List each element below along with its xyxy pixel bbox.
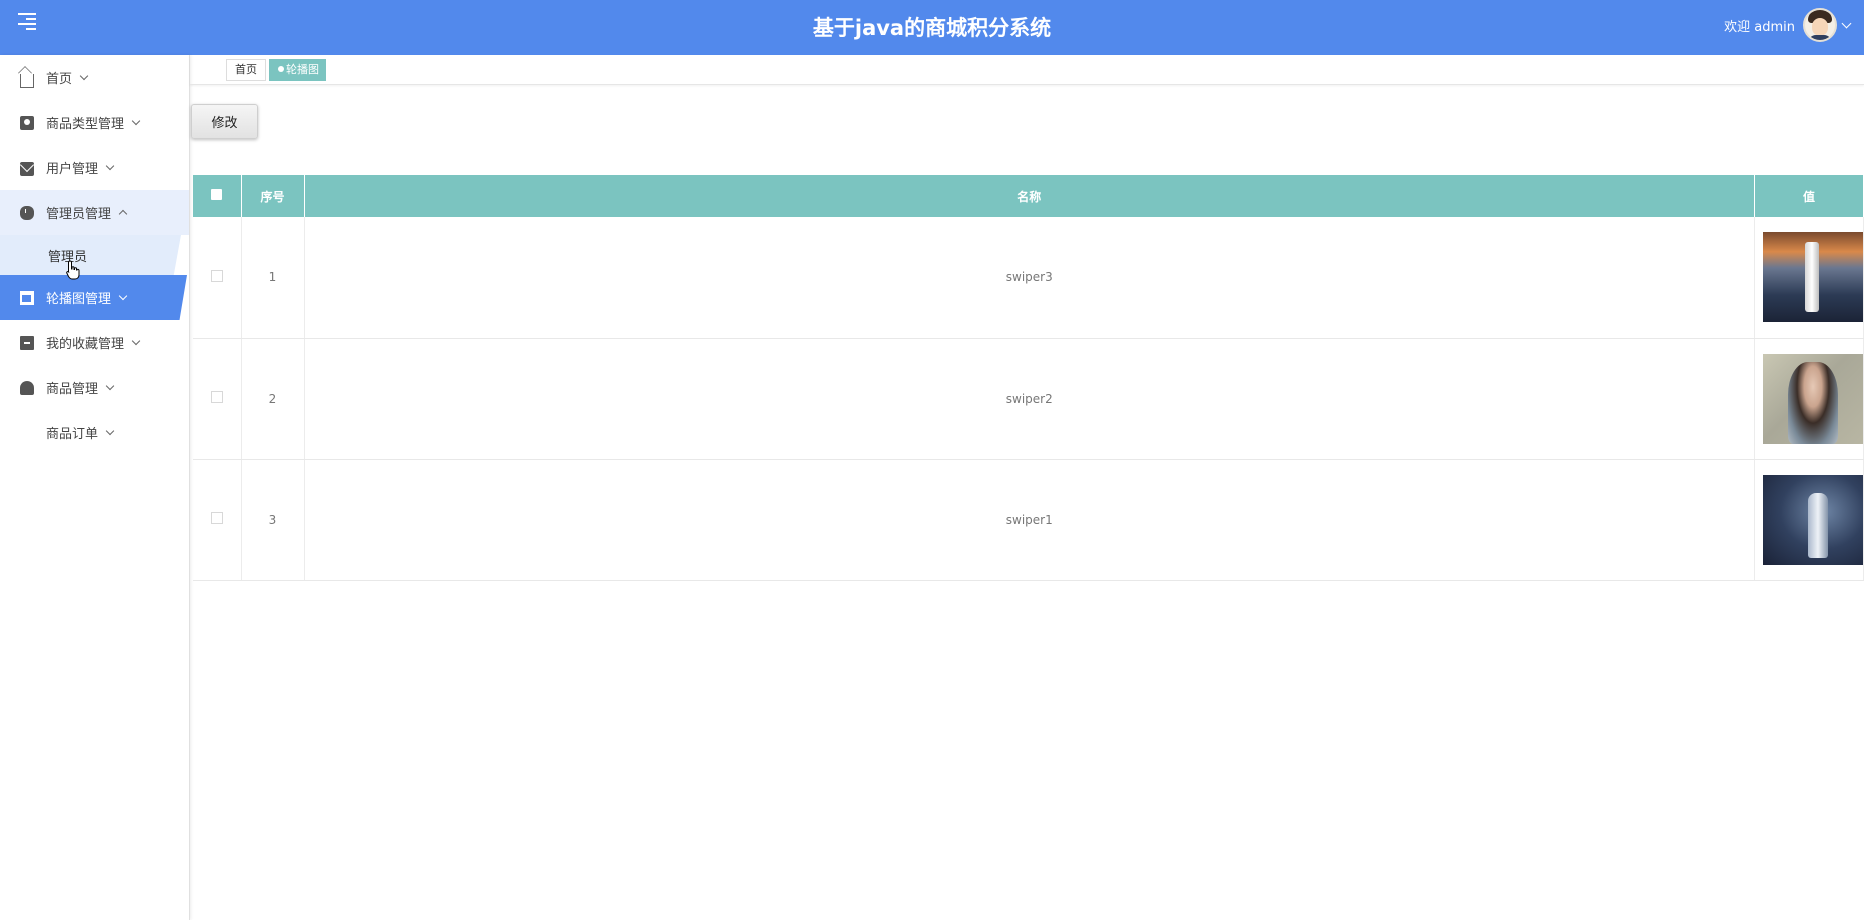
row-index: 3	[241, 459, 305, 581]
chevron-up-icon	[118, 209, 128, 219]
select-all-checkbox[interactable]	[211, 189, 223, 200]
edit-button[interactable]: 修改	[191, 104, 258, 139]
column-header-value: 值	[1754, 175, 1864, 217]
sidebar-item-label: 轮播图管理	[46, 292, 112, 307]
row-name: swiper1	[304, 459, 1755, 581]
hand-cursor-icon	[66, 260, 80, 280]
tab-carousel[interactable]: 轮播图 ×	[269, 59, 337, 81]
sidebar-item-carousel[interactable]: 轮播图管理	[0, 275, 187, 320]
mail-icon	[20, 161, 34, 176]
table-row[interactable]: 2 swiper2	[193, 338, 1864, 460]
row-checkbox[interactable]	[210, 269, 223, 282]
user-menu[interactable]: 欢迎 admin	[1724, 5, 1852, 45]
tab-label: 首页	[235, 63, 257, 76]
swiper2-image	[1763, 353, 1863, 444]
tab-home[interactable]: 首页	[226, 59, 266, 81]
archive-icon	[20, 335, 34, 350]
sidebar-item-label: 商品类型管理	[46, 117, 125, 132]
sidebar-item-product-types[interactable]: 商品类型管理	[0, 100, 189, 145]
chevron-down-icon[interactable]	[1841, 18, 1852, 28]
select-all-header	[193, 175, 242, 217]
chevron-down-icon	[105, 161, 115, 170]
spy-icon	[20, 380, 34, 395]
row-index: 2	[241, 338, 305, 460]
close-icon[interactable]: ×	[327, 60, 341, 74]
home-icon	[20, 73, 34, 88]
chevron-down-icon	[131, 336, 141, 345]
tab-label: 轮播图	[286, 63, 319, 76]
sidebar-item-products[interactable]: 商品管理	[0, 365, 189, 410]
row-checkbox[interactable]	[210, 512, 223, 524]
sidebar-subitem-admin[interactable]: 管理员	[0, 235, 181, 275]
top-header: 基于java的商城积分系统 欢迎 admin	[0, 0, 1864, 55]
row-name: swiper2	[304, 338, 1755, 460]
row-checkbox[interactable]	[210, 391, 223, 403]
row-index: 1	[241, 217, 305, 339]
sidebar-item-label: 商品管理	[46, 382, 99, 397]
tab-bar: 首页 轮播图 ×	[190, 55, 1864, 85]
column-header-index: 序号	[241, 175, 305, 217]
book-icon	[20, 115, 34, 130]
chevron-down-icon	[105, 426, 115, 435]
avatar[interactable]	[1803, 8, 1837, 42]
sidebar-item-orders[interactable]: 商品订单	[0, 410, 189, 455]
sidebar-item-label: 用户管理	[46, 162, 99, 177]
sidebar-item-favorites[interactable]: 我的收藏管理	[0, 320, 189, 365]
mouse-icon	[20, 205, 34, 220]
chevron-down-icon	[79, 71, 89, 80]
sidebar-item-label: 商品订单	[46, 427, 99, 442]
chevron-down-icon	[118, 291, 128, 300]
column-header-name: 名称	[304, 175, 1755, 217]
sidebar-item-label: 管理员管理	[46, 207, 112, 222]
table-row[interactable]: 3 swiper1	[193, 459, 1864, 581]
row-name: swiper3	[304, 217, 1755, 339]
sidebar: 首页 商品类型管理 用户管理 管理员管理 管理员 轮播图管理 我的收藏管理 商品…	[0, 55, 190, 920]
table-row[interactable]: 1 swiper3	[193, 217, 1864, 339]
chevron-down-icon	[105, 381, 115, 390]
chevron-down-icon	[131, 116, 141, 125]
swiper1-image	[1763, 474, 1863, 565]
sidebar-item-users[interactable]: 用户管理	[0, 145, 189, 190]
dot-icon	[278, 66, 284, 72]
swiper3-image	[1763, 232, 1863, 323]
welcome-text: 欢迎 admin	[1724, 19, 1795, 35]
app-title: 基于java的商城积分系统	[812, 16, 1052, 40]
sidebar-item-label: 首页	[46, 72, 73, 87]
carousel-table: 序号 名称 值 1 swiper3 2 swiper2 3 swiper1	[193, 175, 1864, 581]
window-icon	[20, 290, 34, 305]
sidebar-item-label: 我的收藏管理	[46, 337, 125, 352]
sidebar-item-admins[interactable]: 管理员管理	[0, 190, 189, 235]
sidebar-item-home[interactable]: 首页	[0, 55, 189, 100]
